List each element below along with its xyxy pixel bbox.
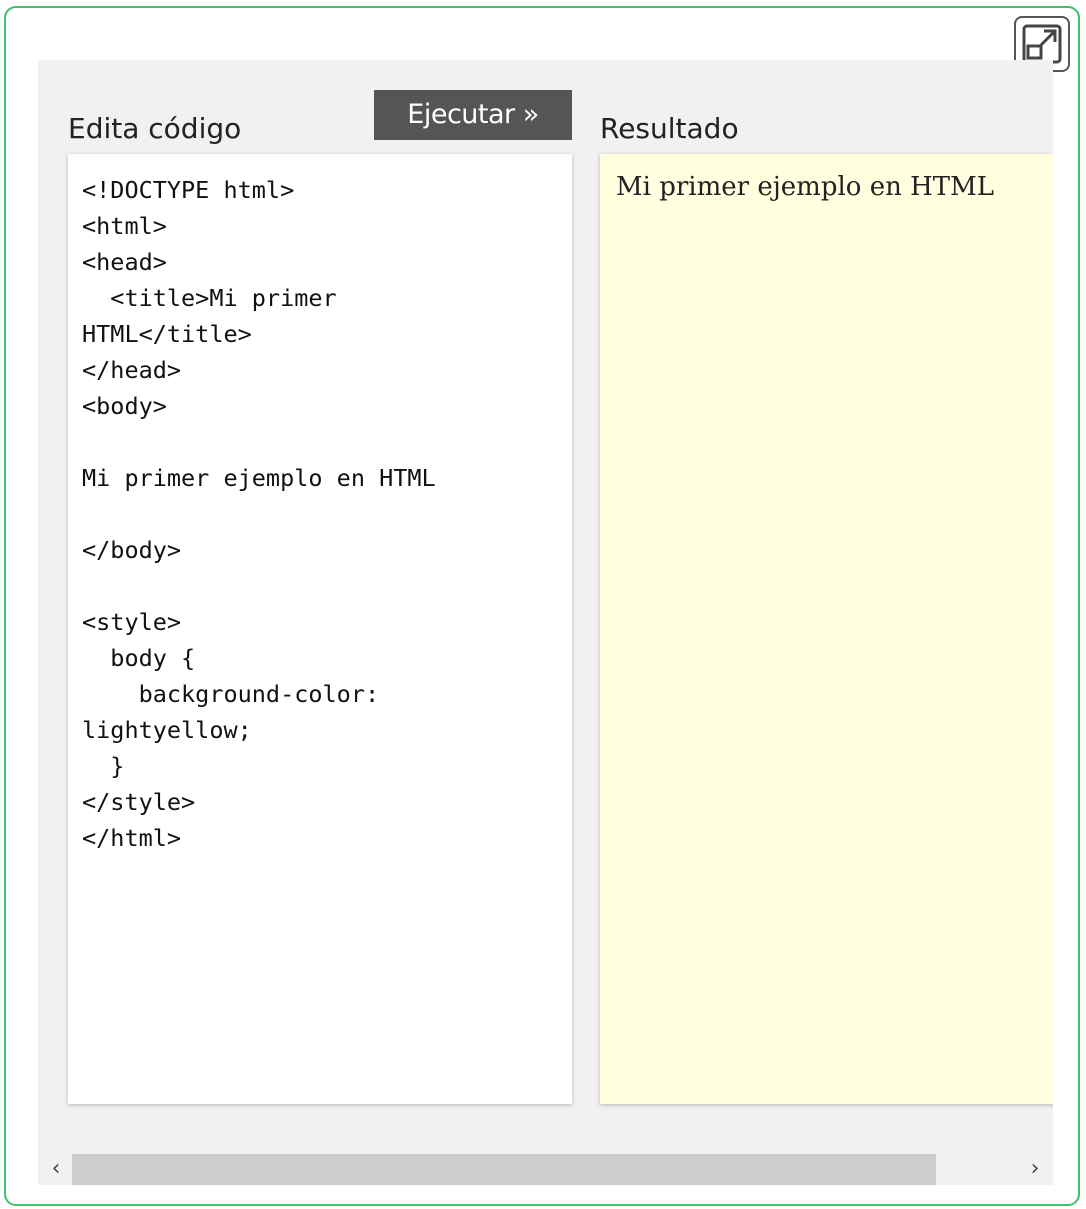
code-textarea[interactable]: <!DOCTYPE html> <html> <head> <title>Mi …	[68, 154, 572, 1104]
result-content: Mi primer ejemplo en HTML	[616, 172, 994, 202]
horizontal-scrollbar[interactable]: ‹ ›	[38, 1152, 1053, 1185]
expand-fullscreen-icon	[1022, 24, 1062, 64]
code-panel-label: Edita código	[68, 112, 242, 145]
scroll-right-arrow-icon[interactable]: ›	[1023, 1152, 1047, 1185]
embed-frame: Edita código Ejecutar » Resultado <!DOCT…	[4, 6, 1080, 1206]
code-content: <!DOCTYPE html> <html> <head> <title>Mi …	[82, 176, 436, 852]
run-button[interactable]: Ejecutar »	[374, 90, 572, 140]
code-editor-area: Edita código Ejecutar » Resultado <!DOCT…	[38, 60, 1053, 1185]
result-panel-label: Resultado	[600, 112, 739, 145]
result-iframe: Mi primer ejemplo en HTML	[600, 154, 1053, 1104]
scroll-left-arrow-icon[interactable]: ‹	[44, 1152, 68, 1185]
scrollbar-thumb[interactable]	[72, 1154, 936, 1185]
